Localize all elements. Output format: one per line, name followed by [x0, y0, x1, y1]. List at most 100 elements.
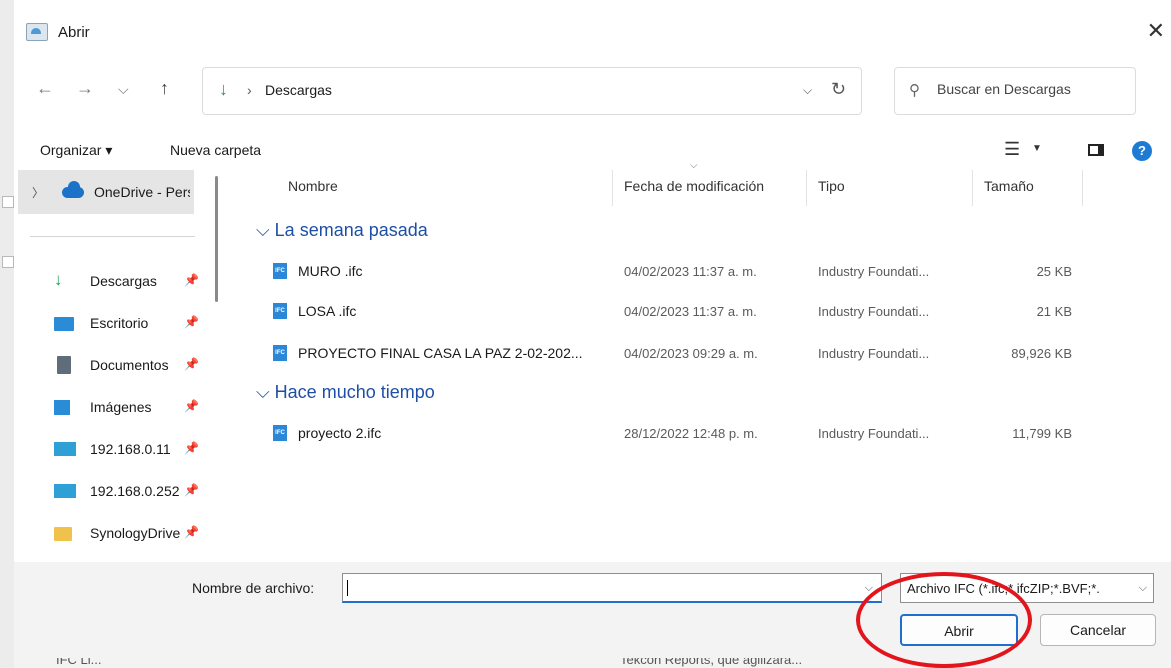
search-input[interactable] — [935, 80, 1129, 98]
group-collapse-chevron-icon[interactable]: ⌵ — [256, 220, 270, 240]
ifc-file-icon: IFC — [273, 263, 287, 279]
close-icon[interactable]: ✕ — [1147, 18, 1165, 44]
help-icon[interactable]: ? — [1132, 141, 1152, 161]
column-divider[interactable] — [972, 170, 973, 206]
file-date: 04/02/2023 11:37 a. m. — [624, 304, 757, 319]
pin-icon: 📌 — [184, 399, 199, 413]
pictures-icon — [54, 400, 70, 415]
ifc-file-icon: IFC — [273, 303, 287, 319]
group-header-long-ago[interactable]: ⌵ Hace mucho tiempo — [256, 382, 435, 403]
onedrive-cloud-icon — [62, 181, 84, 198]
new-folder-button[interactable]: Nueva carpeta — [170, 142, 261, 158]
sidebar-divider — [30, 236, 195, 237]
file-name: MURO .ifc — [298, 263, 363, 279]
filename-input[interactable] — [347, 578, 851, 600]
pin-icon: 📌 — [184, 483, 199, 497]
expand-chevron-icon[interactable]: 〉 — [32, 184, 44, 201]
download-arrow-icon: ↓ — [219, 79, 228, 99]
file-row[interactable]: IFC LOSA .ifc 04/02/2023 11:37 a. m. Ind… — [240, 294, 1072, 328]
column-header-date[interactable]: Fecha de modificación — [624, 178, 764, 194]
sidebar-scrollbar[interactable] — [215, 176, 218, 302]
file-date: 04/02/2023 11:37 a. m. — [624, 264, 757, 279]
group-collapse-chevron-icon[interactable]: ⌵ — [256, 382, 270, 402]
sidebar-item-label: SynologyDrive — [90, 525, 181, 541]
dialog-title: Abrir — [58, 24, 90, 41]
breadcrumb-descargas[interactable]: Descargas — [265, 82, 332, 98]
recent-locations-chevron-icon[interactable]: ⌵ — [118, 81, 129, 98]
file-type: Industry Foundati... — [818, 264, 930, 279]
sidebar-item-label: OneDrive - Personal — [94, 184, 190, 200]
background-window-icon — [2, 256, 14, 268]
ifc-file-icon: IFC — [273, 425, 287, 441]
pin-icon: 📌 — [184, 315, 199, 329]
column-divider[interactable] — [1082, 170, 1083, 206]
command-bar: Organizar ▾ Nueva carpeta ☰ ▼ ? — [14, 134, 1171, 168]
sidebar-item-imagenes[interactable]: Imágenes 📌 — [54, 388, 214, 428]
file-size: 11,799 KB — [1012, 426, 1072, 441]
file-list: ⌵ Nombre Fecha de modificación Tipo Tama… — [240, 160, 1171, 562]
ifc-file-icon: IFC — [273, 345, 287, 361]
search-box[interactable]: ⚲ — [894, 67, 1136, 115]
forward-arrow-icon[interactable]: → — [76, 78, 94, 99]
sidebar-item-label: Imágenes — [90, 399, 152, 415]
pin-icon: 📌 — [184, 441, 199, 455]
file-date: 28/12/2022 12:48 p. m. — [624, 426, 758, 441]
sidebar-item-label: Descargas — [90, 273, 157, 289]
app-logo-icon — [26, 23, 48, 41]
sidebar-item-network-11[interactable]: 192.168.0.11 📌 — [54, 430, 214, 470]
sidebar-item-documentos[interactable]: Documentos 📌 — [54, 346, 214, 386]
navigation-bar: ← → ⌵ ↑ ↓ › Descargas ⌵ ↻ ⚲ — [14, 66, 1171, 116]
title-bar: Abrir ✕ — [14, 16, 1171, 50]
refresh-icon[interactable]: ↻ — [831, 79, 846, 100]
view-options-icon[interactable]: ☰ — [1004, 139, 1020, 160]
file-type: Industry Foundati... — [818, 426, 930, 441]
column-divider[interactable] — [806, 170, 807, 206]
file-row[interactable]: IFC PROYECTO FINAL CASA LA PAZ 2-02-202.… — [240, 336, 1072, 370]
navigation-pane: 〉 OneDrive - Personal ↓ Descargas 📌 Escr… — [14, 170, 228, 562]
desktop-icon — [54, 317, 74, 331]
synology-folder-icon — [54, 527, 72, 541]
sidebar-item-label: Documentos — [90, 357, 169, 373]
sidebar-item-synologydrive[interactable]: SynologyDrive 📌 — [54, 514, 214, 554]
network-drive-icon — [54, 484, 76, 498]
file-size: 89,926 KB — [1011, 346, 1072, 361]
network-drive-icon — [54, 442, 76, 456]
sidebar-item-label: Escritorio — [90, 315, 149, 331]
preview-pane-icon[interactable] — [1088, 144, 1104, 156]
column-header-name[interactable]: Nombre — [288, 178, 338, 194]
file-row[interactable]: IFC proyecto 2.ifc 28/12/2022 12:48 p. m… — [240, 416, 1072, 450]
breadcrumb-separator: › — [247, 82, 252, 98]
organize-button[interactable]: Organizar ▾ — [40, 142, 112, 159]
pin-icon: 📌 — [184, 273, 199, 287]
filename-combobox[interactable]: ⌵ — [342, 573, 882, 603]
address-bar[interactable]: ↓ › Descargas ⌵ ↻ — [202, 67, 862, 115]
file-name: proyecto 2.ifc — [298, 425, 382, 441]
file-row[interactable]: IFC MURO .ifc 04/02/2023 11:37 a. m. Ind… — [240, 254, 1072, 288]
sort-indicator-icon: ⌵ — [690, 160, 698, 171]
sidebar-item-onedrive[interactable]: 〉 OneDrive - Personal — [18, 170, 194, 214]
address-dropdown-icon[interactable]: ⌵ — [803, 83, 812, 98]
file-name: PROYECTO FINAL CASA LA PAZ 2-02-202... — [298, 345, 583, 361]
column-divider[interactable] — [612, 170, 613, 206]
group-title: La semana pasada — [274, 220, 428, 240]
download-icon: ↓ — [54, 270, 63, 289]
background-app-strip — [0, 0, 14, 668]
column-header-type[interactable]: Tipo — [818, 178, 845, 194]
group-header-last-week[interactable]: ⌵ La semana pasada — [256, 220, 428, 241]
sidebar-item-label: 192.168.0.252 — [90, 483, 180, 499]
red-annotation-circle — [856, 572, 1032, 668]
back-arrow-icon[interactable]: ← — [36, 78, 54, 99]
view-options-caret-icon[interactable]: ▼ — [1032, 143, 1042, 154]
up-arrow-icon[interactable]: ↑ — [160, 78, 169, 99]
column-header-size[interactable]: Tamaño — [984, 178, 1034, 194]
file-date: 04/02/2023 09:29 a. m. — [624, 346, 758, 361]
documents-icon — [57, 356, 71, 374]
chevron-down-icon[interactable]: ⌵ — [1139, 582, 1147, 595]
search-icon: ⚲ — [909, 82, 920, 99]
sidebar-item-escritorio[interactable]: Escritorio 📌 — [54, 304, 214, 344]
sidebar-item-network-252[interactable]: 192.168.0.252 📌 — [54, 472, 214, 512]
sidebar-item-descargas[interactable]: ↓ Descargas 📌 — [54, 262, 214, 302]
pin-icon: 📌 — [184, 357, 199, 371]
cancel-button[interactable]: Cancelar — [1040, 614, 1156, 646]
file-size: 25 KB — [1036, 264, 1072, 279]
